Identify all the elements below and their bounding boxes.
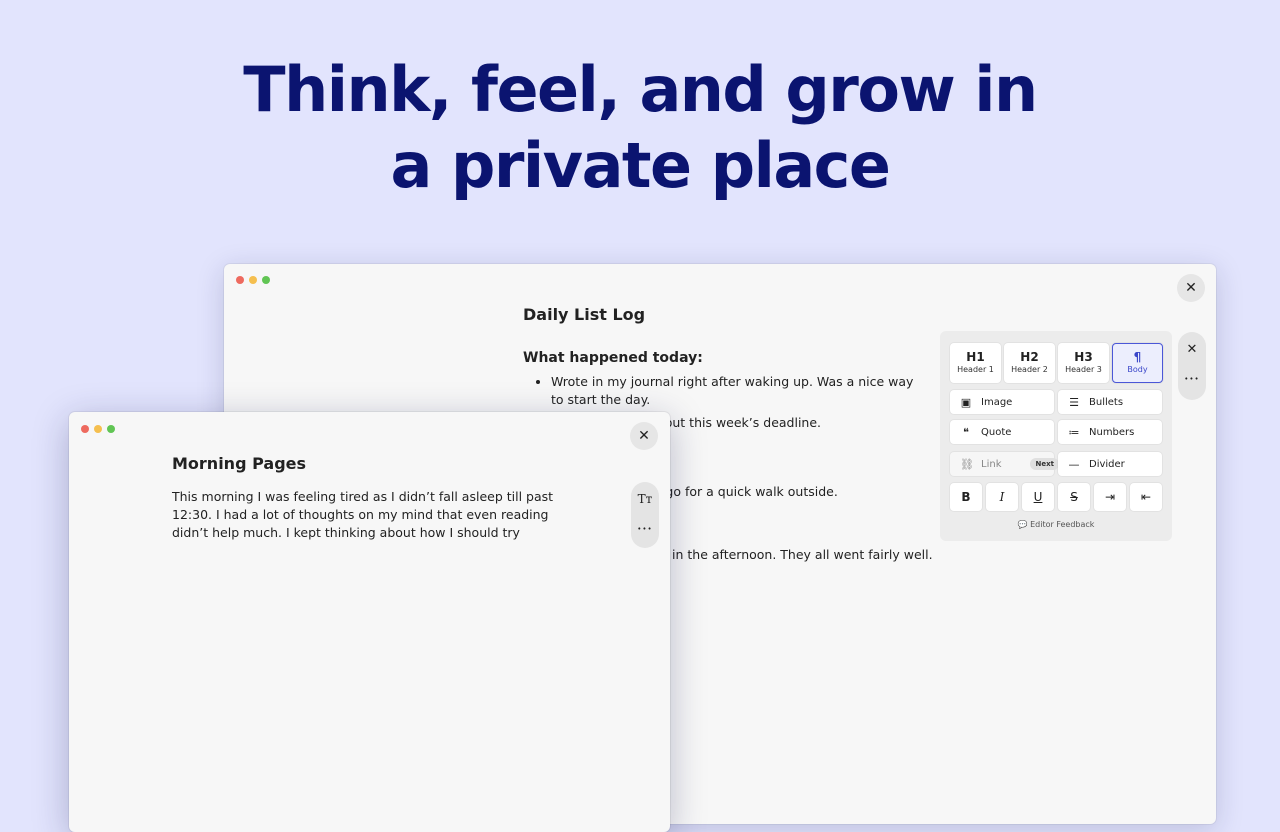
header-2-glyph: H2 [1020, 350, 1039, 364]
italic-button[interactable]: I [986, 483, 1018, 511]
section-heading[interactable]: What happened today: [523, 350, 703, 366]
quote-icon: ❝ [963, 425, 969, 439]
header-1-glyph: H1 [966, 350, 985, 364]
more-icon[interactable]: ••• [1178, 364, 1206, 394]
link-label: Link [981, 458, 1002, 470]
header-3-button[interactable]: H3 Header 3 [1058, 343, 1109, 383]
close-button[interactable]: ✕ [630, 422, 658, 450]
header-2-label: Header 2 [1011, 365, 1048, 374]
text-size-icon[interactable]: Tт [631, 484, 659, 514]
minimize-window-dot[interactable] [249, 276, 257, 284]
zoom-window-dot[interactable] [107, 425, 115, 433]
image-label: Image [981, 396, 1013, 408]
header-1-button[interactable]: H1 Header 1 [950, 343, 1001, 383]
header-1-label: Header 1 [957, 365, 994, 374]
morning-pages-window: ✕ Morning Pages This morning I was feeli… [69, 412, 670, 832]
speech-bubble-icon: 💬 [1017, 520, 1028, 529]
minimize-window-dot[interactable] [94, 425, 102, 433]
bullets-icon: ☰ [1069, 395, 1079, 409]
numbered-list-icon: ≔ [1068, 425, 1080, 439]
format-panel: H1 Header 1 H2 Header 2 H3 Header 3 ¶ Bo… [940, 331, 1172, 541]
divider-label: Divider [1089, 458, 1125, 470]
outdent-button[interactable]: ⇤ [1130, 483, 1162, 511]
side-toolbar: Tт ••• [631, 482, 659, 548]
window-controls [81, 425, 115, 433]
editor-feedback-label: Editor Feedback [1030, 520, 1095, 529]
image-button[interactable]: ▣ Image [950, 390, 1054, 414]
strikethrough-button[interactable]: S [1058, 483, 1090, 511]
hero-line-2: a private place [390, 129, 891, 202]
more-icon[interactable]: ••• [631, 514, 659, 544]
bold-button[interactable]: B [950, 483, 982, 511]
divider-button[interactable]: — Divider [1058, 452, 1162, 476]
quote-label: Quote [981, 426, 1012, 438]
numbers-button[interactable]: ≔ Numbers [1058, 420, 1162, 444]
bullets-label: Bullets [1089, 396, 1124, 408]
body-style-button[interactable]: ¶ Body [1112, 343, 1163, 383]
header-3-glyph: H3 [1074, 350, 1093, 364]
close-window-dot[interactable] [81, 425, 89, 433]
body-paragraph[interactable]: in the afternoon. They all went fairly w… [672, 546, 933, 564]
editor-feedback-link[interactable]: 💬 Editor Feedback [940, 520, 1172, 529]
list-item[interactable]: Wrote in my journal right after waking u… [551, 373, 927, 409]
link-icon: ⛓ [960, 457, 974, 471]
numbers-label: Numbers [1089, 426, 1135, 438]
quote-button[interactable]: ❝ Quote [950, 420, 1054, 444]
next-badge: Next [1030, 458, 1059, 470]
document-title[interactable]: Daily List Log [523, 305, 645, 324]
close-window-dot[interactable] [236, 276, 244, 284]
indent-button[interactable]: ⇥ [1094, 483, 1126, 511]
hero-headline: Think, feel, and grow in a private place [0, 52, 1280, 204]
document-title[interactable]: Morning Pages [172, 454, 306, 473]
zoom-window-dot[interactable] [262, 276, 270, 284]
image-icon: ▣ [960, 395, 972, 409]
header-3-label: Header 3 [1065, 365, 1102, 374]
divider-icon: — [1068, 457, 1080, 471]
header-2-button[interactable]: H2 Header 2 [1004, 343, 1055, 383]
underline-button[interactable]: U [1022, 483, 1054, 511]
side-toolbar: ✕ ••• [1178, 332, 1206, 400]
link-button[interactable]: ⛓ Link Next [950, 452, 1059, 476]
close-button[interactable]: ✕ [1177, 274, 1205, 302]
bullets-button[interactable]: ☰ Bullets [1058, 390, 1162, 414]
body-paragraph[interactable]: This morning I was feeling tired as I di… [172, 488, 560, 542]
close-panel-button[interactable]: ✕ [1178, 334, 1206, 364]
body-style-label: Body [1127, 365, 1148, 374]
hero-line-1: Think, feel, and grow in [243, 53, 1038, 126]
window-controls [236, 276, 270, 284]
pilcrow-icon: ¶ [1133, 350, 1142, 364]
